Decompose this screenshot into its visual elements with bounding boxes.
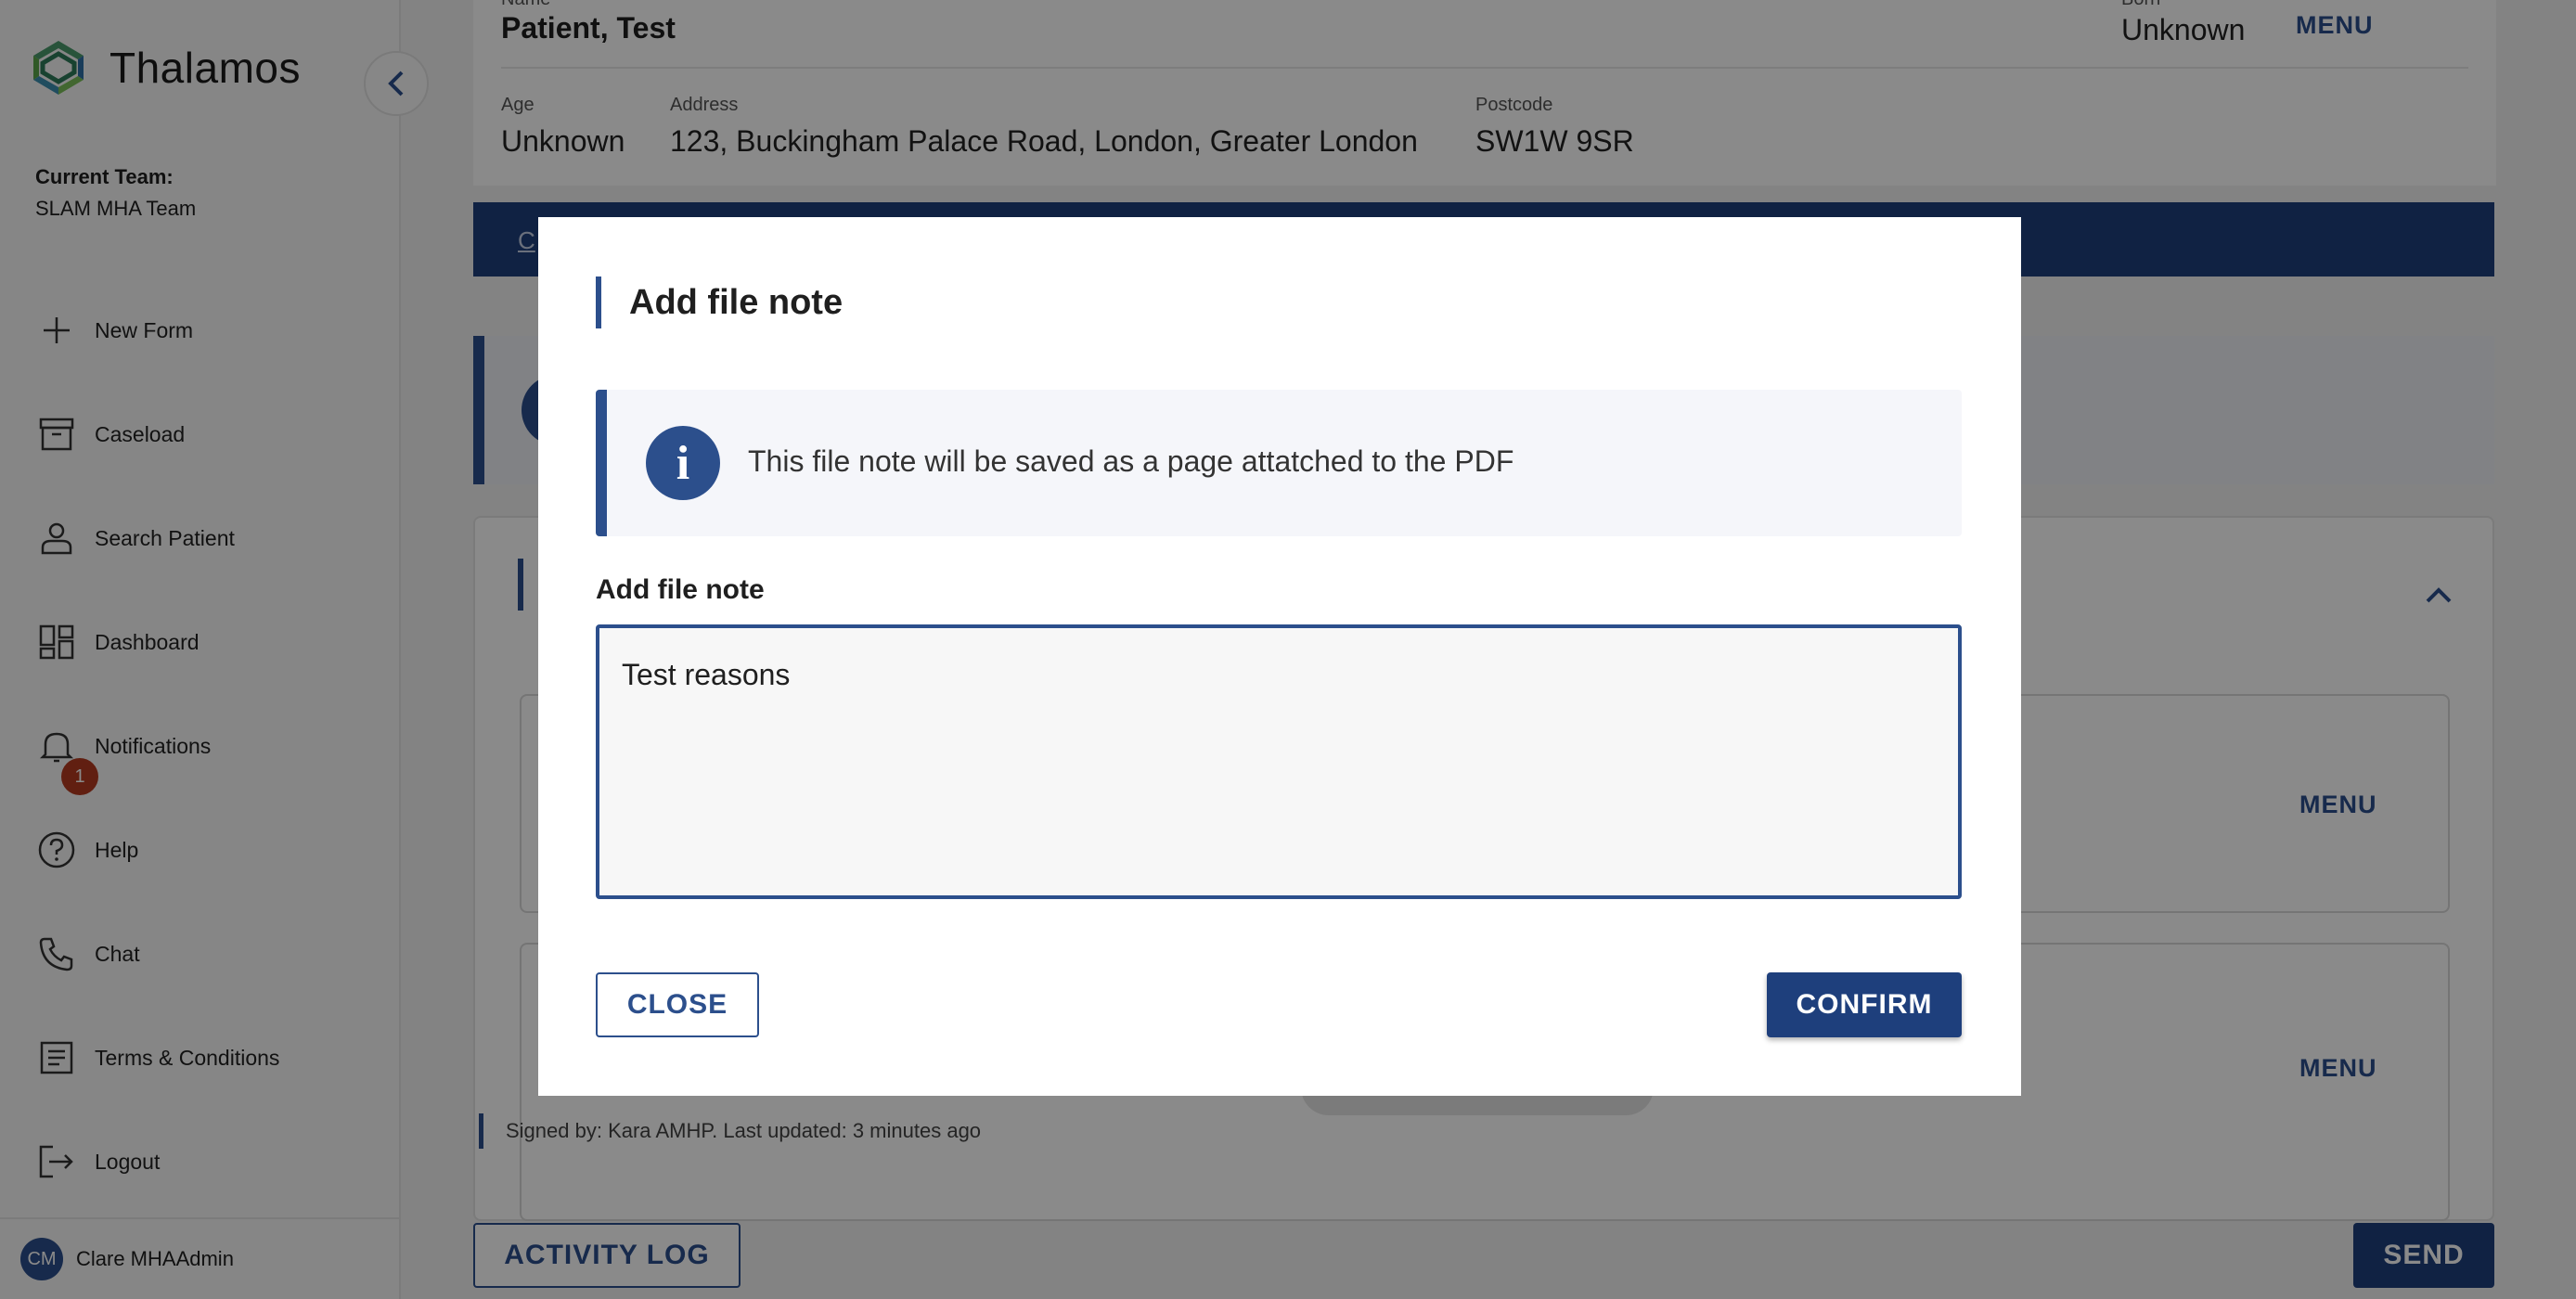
info-icon: i: [646, 426, 720, 500]
file-note-textarea[interactable]: Test reasons: [596, 624, 1962, 899]
info-notice: i This file note will be saved as a page…: [596, 390, 1962, 536]
file-note-label: Add file note: [596, 574, 765, 605]
close-button[interactable]: CLOSE: [596, 972, 759, 1037]
add-file-note-dialog: Add file note i This file note will be s…: [538, 217, 2021, 1096]
confirm-button[interactable]: CONFIRM: [1767, 972, 1962, 1037]
info-text: This file note will be saved as a page a…: [748, 444, 1514, 478]
dialog-title: Add file note: [596, 277, 843, 328]
